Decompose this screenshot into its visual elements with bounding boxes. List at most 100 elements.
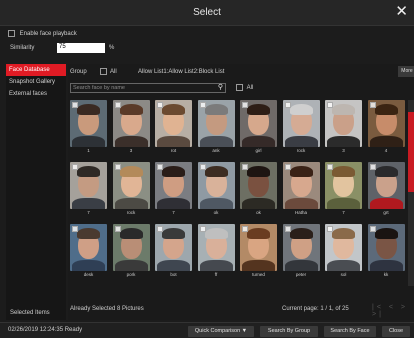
face-thumbnail[interactable]: rock <box>112 162 150 216</box>
face-select-checkbox[interactable] <box>327 164 333 170</box>
face-photo-body <box>114 198 148 209</box>
face-select-checkbox[interactable] <box>242 102 248 108</box>
face-thumbnail[interactable]: kk <box>367 224 405 278</box>
search-input[interactable]: Search face by name ⚲ <box>70 83 226 93</box>
face-select-checkbox[interactable] <box>369 226 376 232</box>
face-select-checkbox[interactable] <box>242 164 248 170</box>
face-select-checkbox[interactable] <box>284 164 291 170</box>
face-thumbnail[interactable]: turned <box>240 224 277 278</box>
similarity-label: Similarity <box>10 45 35 51</box>
face-select-checkbox[interactable] <box>114 164 121 170</box>
face-thumbnail[interactable]: 7 <box>325 162 362 216</box>
face-select-checkbox[interactable] <box>199 226 206 232</box>
face-thumbnail[interactable]: 7 <box>155 162 192 216</box>
face-select-checkbox[interactable] <box>199 102 206 108</box>
quick-comparison-button[interactable]: Quick Comparison ▼ <box>188 326 254 337</box>
page-indicator: Current page: 1 / 1, of 25 <box>282 306 349 312</box>
enable-face-playback-checkbox[interactable] <box>8 30 15 37</box>
face-select-checkbox[interactable] <box>157 102 163 108</box>
face-photo-hair <box>289 104 313 115</box>
face-thumbnail[interactable]: 7 <box>70 162 107 216</box>
face-thumbnail[interactable]: 3 <box>112 100 150 154</box>
face-photo-hair <box>162 104 185 115</box>
face-photo-hair <box>204 104 228 115</box>
face-photo-hair <box>247 166 270 177</box>
face-select-checkbox[interactable] <box>199 164 206 170</box>
face-thumbnail[interactable]: Hatha <box>282 162 320 216</box>
face-select-checkbox[interactable] <box>157 226 163 232</box>
face-select-checkbox[interactable] <box>72 164 78 170</box>
face-thumbnail[interactable]: 1 <box>70 100 107 154</box>
face-name: ank <box>212 148 220 153</box>
face-thumbnail[interactable]: ok <box>240 162 277 216</box>
face-select-checkbox[interactable] <box>369 102 376 108</box>
selected-items-label[interactable]: Selected Items <box>10 310 50 316</box>
face-name: desk <box>83 272 94 277</box>
face-thumbnail[interactable]: ff <box>197 224 235 278</box>
sidebar-item-face-database[interactable]: Face Database <box>6 64 66 76</box>
face-select-checkbox[interactable] <box>72 226 78 232</box>
face-thumbnail[interactable]: bot <box>155 224 192 278</box>
face-name: rock <box>296 148 306 153</box>
face-select-checkbox[interactable] <box>157 164 163 170</box>
sidebar-item-snapshot-gallery[interactable]: Snapshot Gallery <box>6 76 66 88</box>
face-name: rock <box>126 210 136 215</box>
face-photo-hair <box>119 166 143 177</box>
face-thumbnail[interactable]: ok <box>197 162 235 216</box>
dialog-title: Select <box>193 7 221 18</box>
face-thumbnail[interactable]: ank <box>197 100 235 154</box>
face-photo-hair <box>332 228 355 239</box>
select-all-row[interactable]: All <box>236 84 253 91</box>
sidebar-item-external-faces[interactable]: External faces <box>6 88 66 100</box>
search-icon[interactable]: ⚲ <box>218 84 223 92</box>
face-thumbnail[interactable]: rock <box>282 100 320 154</box>
face-thumbnail[interactable]: pork <box>112 224 150 278</box>
more-button[interactable]: More <box>398 66 414 77</box>
face-photo-hair <box>162 228 185 239</box>
face-select-checkbox[interactable] <box>327 226 333 232</box>
face-select-checkbox[interactable] <box>114 102 121 108</box>
scrollbar-thumb[interactable] <box>408 112 414 192</box>
face-photo-body <box>199 260 233 271</box>
search-by-face-button[interactable]: Search By Face <box>324 326 376 337</box>
face-thumbnail[interactable]: rot <box>155 100 192 154</box>
face-name: 7 <box>342 210 345 215</box>
similarity-input[interactable]: 75 <box>57 43 105 53</box>
select-all-checkbox[interactable] <box>236 84 243 91</box>
face-select-checkbox[interactable] <box>369 164 376 170</box>
face-name: ok <box>256 210 261 215</box>
face-select-checkbox[interactable] <box>284 102 291 108</box>
face-photo-hair <box>332 166 355 177</box>
face-thumbnail[interactable]: girl <box>240 100 277 154</box>
face-photo-body <box>199 198 233 209</box>
face-photo-body <box>114 260 148 271</box>
face-thumbnail[interactable]: 3 <box>325 100 362 154</box>
close-button[interactable]: Close <box>382 326 410 337</box>
face-select-checkbox[interactable] <box>242 226 248 232</box>
face-name: pork <box>126 272 136 277</box>
face-photo-body <box>327 260 360 271</box>
face-photo-hair <box>204 228 228 239</box>
face-photo-hair <box>289 228 313 239</box>
face-name: grt <box>383 210 389 215</box>
enable-face-playback-row[interactable]: Enable face playback <box>8 30 77 37</box>
group-all-checkbox[interactable] <box>100 68 107 75</box>
face-select-checkbox[interactable] <box>284 226 291 232</box>
face-thumbnail[interactable]: desk <box>70 224 107 278</box>
close-icon[interactable]: ✕ <box>395 4 408 20</box>
face-thumbnail[interactable]: sol <box>325 224 362 278</box>
face-thumbnail[interactable]: 4 <box>367 100 405 154</box>
face-name: rot <box>170 148 177 153</box>
search-by-group-button[interactable]: Search By Group <box>260 326 318 337</box>
title-bar: Select ✕ <box>0 0 414 26</box>
face-photo-hair <box>247 104 270 115</box>
face-select-checkbox[interactable] <box>114 226 121 232</box>
face-thumbnail[interactable]: grt <box>367 162 405 216</box>
face-grid-scrollbar[interactable] <box>408 100 414 286</box>
pager-buttons[interactable]: |< < > >| <box>372 304 412 318</box>
face-photo-hair <box>204 166 228 177</box>
face-select-checkbox[interactable] <box>327 102 333 108</box>
face-photo-body <box>242 136 275 147</box>
face-select-checkbox[interactable] <box>72 102 78 108</box>
face-thumbnail[interactable]: peter <box>282 224 320 278</box>
